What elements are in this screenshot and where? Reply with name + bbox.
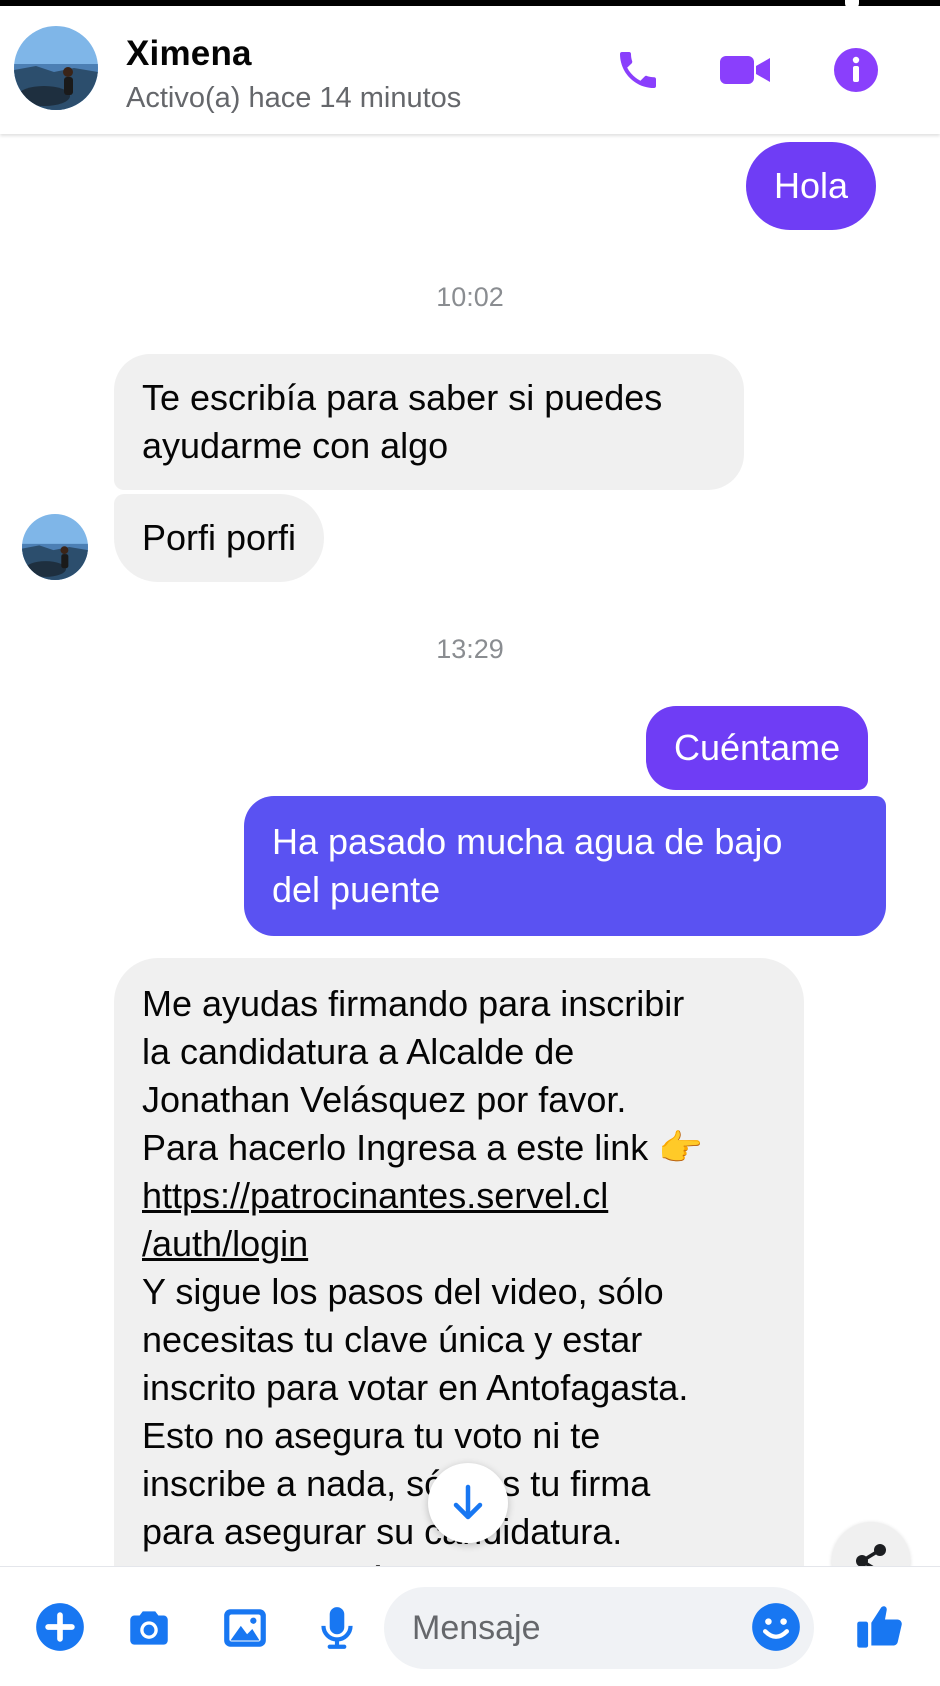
- message-line: ayudarme con algo: [142, 425, 449, 466]
- incoming-message[interactable]: Porfi porfi: [114, 494, 325, 582]
- arrow-down-icon: [453, 1484, 483, 1520]
- message-line: Y sigue los pasos del video, sólo: [142, 1271, 664, 1312]
- conversation-header: Ximena Activo(a) hace 14 minutos: [0, 6, 940, 134]
- outgoing-message[interactable]: Ha pasado mucha agua de bajo del puente: [244, 796, 886, 936]
- gallery-icon[interactable]: [220, 1603, 270, 1653]
- camera-icon[interactable]: [124, 1603, 174, 1653]
- phone-icon[interactable]: [614, 46, 662, 94]
- timestamp: 13:29: [436, 634, 504, 664]
- message-line: la candidatura a Alcalde de: [142, 1031, 575, 1072]
- sender-avatar[interactable]: [22, 514, 88, 580]
- contact-name[interactable]: Ximena: [126, 34, 252, 74]
- contact-activity-status: Activo(a) hace 14 minutos: [126, 82, 462, 114]
- message-line: Te escribía para saber si puedes: [142, 377, 663, 418]
- outgoing-message[interactable]: Cuéntame: [646, 706, 869, 790]
- thumbs-up-icon[interactable]: [854, 1599, 906, 1653]
- incoming-message[interactable]: Te escribía para saber si puedes ayudarm…: [114, 354, 744, 490]
- microphone-icon[interactable]: [312, 1603, 362, 1653]
- message-line: del puente: [272, 869, 441, 910]
- message-line: necesitas tu clave única y estar: [142, 1319, 643, 1360]
- scroll-to-bottom-button[interactable]: [428, 1463, 508, 1543]
- message-link[interactable]: https://patrocinantes.servel.cl: [142, 1172, 776, 1220]
- contact-avatar[interactable]: [14, 26, 98, 110]
- message-line: Esto no asegura tu voto ni te: [142, 1415, 601, 1456]
- emoji-icon[interactable]: [750, 1601, 802, 1653]
- timestamp: 10:02: [436, 282, 504, 312]
- info-icon[interactable]: [832, 46, 880, 94]
- message-line: Ha pasado mucha agua de bajo: [272, 821, 783, 862]
- message-thread[interactable]: Hola 10:02 Te escribía para saber si pue…: [0, 134, 940, 1566]
- outgoing-message[interactable]: Hola: [746, 142, 877, 230]
- message-line: Para hacerlo Ingresa a este link 👉: [142, 1127, 704, 1168]
- message-line: Jonathan Velásquez por favor.: [142, 1079, 627, 1120]
- message-composer: [0, 1566, 940, 1686]
- video-camera-icon[interactable]: [718, 46, 774, 94]
- message-line: Me ayudas firmando para inscribir: [142, 983, 685, 1024]
- message-link[interactable]: /auth/login: [142, 1220, 776, 1268]
- message-line: inscrito para votar en Antofagasta.: [142, 1367, 689, 1408]
- add-icon[interactable]: [34, 1601, 86, 1653]
- message-line: Luego me envías el pantallazo o: [142, 1556, 776, 1566]
